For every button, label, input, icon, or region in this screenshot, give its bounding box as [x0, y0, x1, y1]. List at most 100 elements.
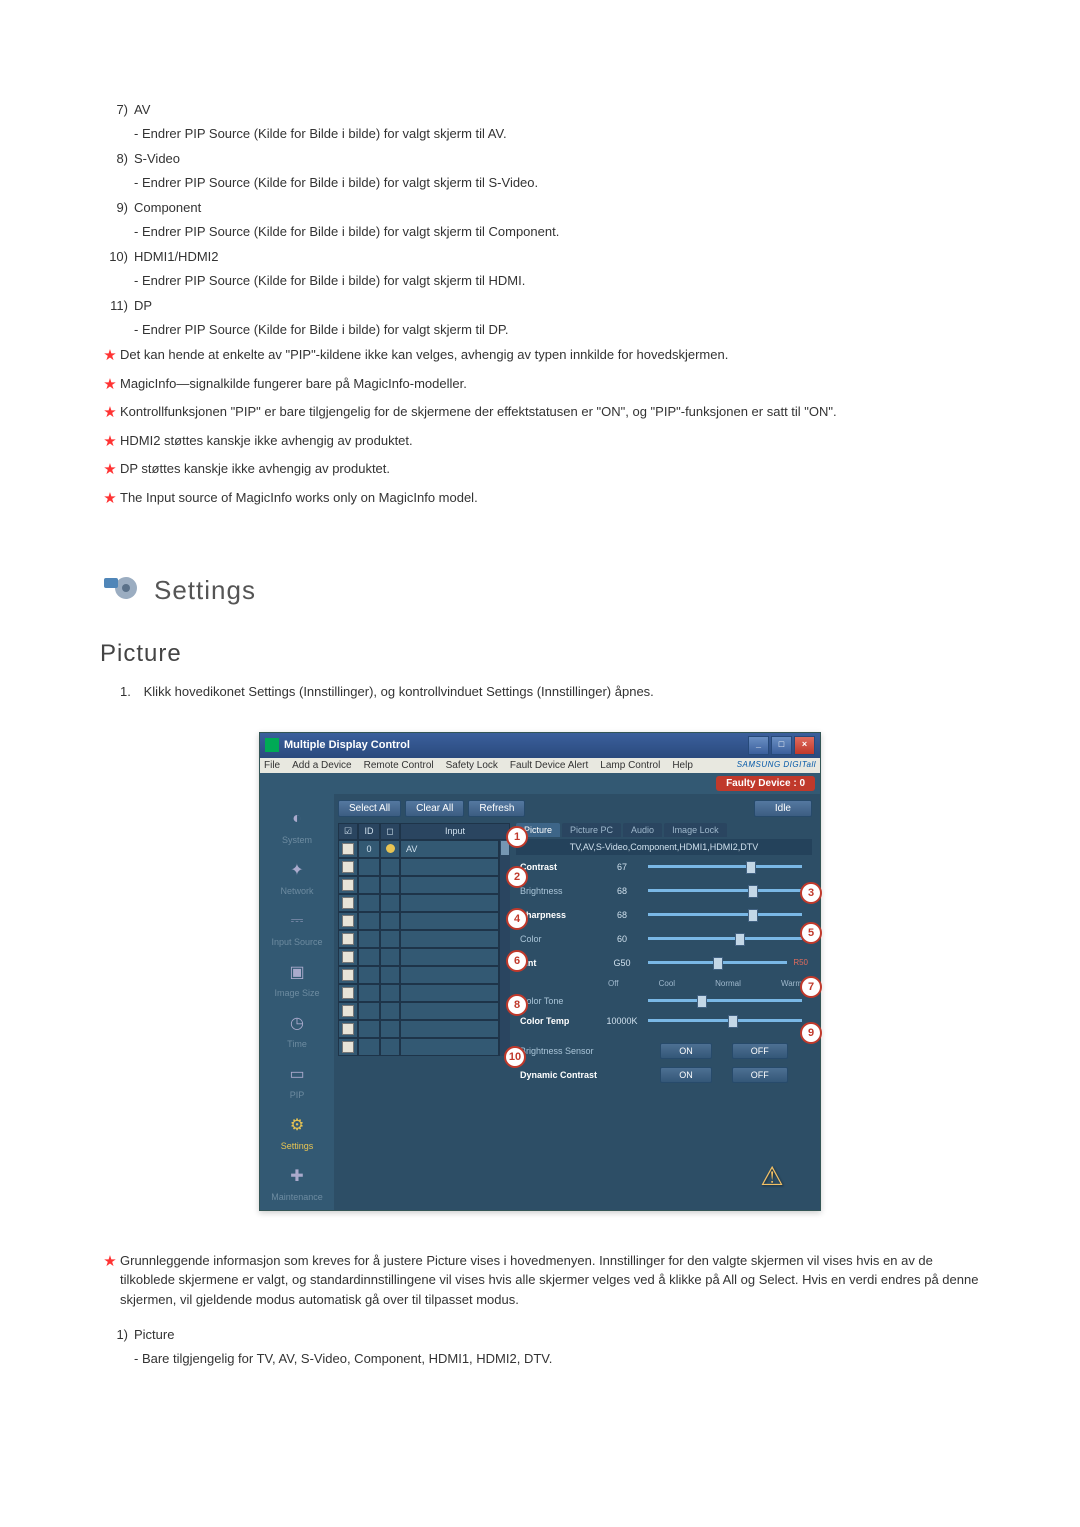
sidebar-item-pip[interactable]: ▭PIP: [260, 1057, 334, 1108]
contrast-slider[interactable]: [648, 865, 802, 868]
note-text: Det kan hende at enkelte av "PIP"-kilden…: [120, 345, 980, 365]
col-header-id[interactable]: ID: [358, 823, 380, 840]
menu-file[interactable]: File: [264, 760, 280, 771]
note-text: The Input source of MagicInfo works only…: [120, 488, 980, 508]
sidebar-item-network[interactable]: ✦Network: [260, 853, 334, 904]
sidebar-item-system[interactable]: ◐System: [260, 802, 334, 853]
item-label: AV: [134, 100, 980, 120]
note-text: Grunnleggende informasjon som kreves for…: [120, 1251, 980, 1310]
marker-6: 6: [506, 950, 528, 972]
menu-lamp-control[interactable]: Lamp Control: [600, 760, 660, 771]
row-checkbox[interactable]: [338, 858, 358, 876]
row-checkbox[interactable]: [338, 840, 358, 858]
marker-1: 1: [506, 826, 528, 848]
star-icon: ★: [100, 459, 120, 482]
col-header-status[interactable]: ◻: [380, 823, 400, 840]
tab-picture-pc[interactable]: Picture PC: [562, 823, 621, 837]
menu-safety-lock[interactable]: Safety Lock: [446, 760, 498, 771]
contrast-label: Contrast: [516, 862, 602, 872]
col-header-input[interactable]: Input: [400, 823, 510, 840]
row-checkbox[interactable]: [338, 1020, 358, 1038]
tint-slider[interactable]: [648, 961, 787, 964]
brightness-sensor-on[interactable]: ON: [660, 1043, 712, 1059]
star-icon: ★: [100, 402, 120, 425]
tab-info-text: TV,AV,S-Video,Component,HDMI1,HDMI2,DTV: [516, 839, 812, 855]
sidebar-item-input-source[interactable]: ⎓Input Source: [260, 904, 334, 955]
color-temp-label: Color Temp: [516, 1016, 602, 1026]
refresh-button[interactable]: Refresh: [468, 800, 525, 817]
brightness-sensor-off[interactable]: OFF: [732, 1043, 788, 1059]
menu-add-device[interactable]: Add a Device: [292, 760, 351, 771]
row-checkbox[interactable]: [338, 894, 358, 912]
tab-image-lock[interactable]: Image Lock: [664, 823, 727, 837]
app-window: Multiple Display Control _ □ × File Add …: [259, 732, 821, 1211]
color-temp-slider[interactable]: [648, 1019, 802, 1022]
definition-list: 7)AV - Endrer PIP Source (Kilde for Bild…: [100, 100, 980, 339]
row-id: 0: [358, 840, 380, 858]
globe-icon: ◐: [280, 805, 314, 833]
row-checkbox[interactable]: [338, 912, 358, 930]
sidebar-item-maintenance[interactable]: ✚Maintenance: [260, 1159, 334, 1210]
pip-icon: ▭: [280, 1060, 314, 1088]
sidebar-item-image-size[interactable]: ▣Image Size: [260, 955, 334, 1006]
color-tone-label: Color Tone: [516, 996, 602, 1006]
app-icon: [265, 738, 279, 752]
item-desc: - Bare tilgjengelig for TV, AV, S-Video,…: [134, 1349, 980, 1369]
titlebar[interactable]: Multiple Display Control _ □ ×: [260, 733, 820, 758]
sharpness-value: 68: [602, 910, 642, 920]
dynamic-contrast-off[interactable]: OFF: [732, 1067, 788, 1083]
close-button[interactable]: ×: [794, 736, 815, 755]
settings-heading: Settings: [100, 570, 980, 610]
marker-10: 10: [504, 1046, 526, 1068]
row-checkbox[interactable]: [338, 930, 358, 948]
brand-logo: SAMSUNG DIGITall: [737, 760, 816, 771]
maximize-button[interactable]: □: [771, 736, 792, 755]
item-number: 11): [100, 296, 134, 316]
row-checkbox[interactable]: [338, 966, 358, 984]
color-tone-options: Off Cool Normal Warm: [608, 979, 802, 988]
note-text: Kontrollfunksjonen "PIP" er bare tilgjen…: [120, 402, 980, 422]
contrast-value: 67: [602, 862, 642, 872]
sidebar-item-time[interactable]: ◷Time: [260, 1006, 334, 1057]
dynamic-contrast-label: Dynamic Contrast: [516, 1070, 640, 1080]
clear-all-button[interactable]: Clear All: [405, 800, 464, 817]
brightness-sensor-label: Brightness Sensor: [516, 1046, 640, 1056]
brightness-slider[interactable]: [648, 889, 802, 892]
dynamic-contrast-on[interactable]: ON: [660, 1067, 712, 1083]
select-all-button[interactable]: Select All: [338, 800, 401, 817]
item-label: DP: [134, 296, 980, 316]
note-text: DP støttes kanskje ikke avhengig av prod…: [120, 459, 980, 479]
tint-right-label: R50: [793, 958, 808, 967]
row-checkbox[interactable]: [338, 984, 358, 1002]
menu-help[interactable]: Help: [672, 760, 693, 771]
row-checkbox[interactable]: [338, 948, 358, 966]
sharpness-slider[interactable]: [648, 913, 802, 916]
color-slider[interactable]: [648, 937, 802, 940]
row-checkbox[interactable]: [338, 1002, 358, 1020]
color-label: Color: [516, 934, 602, 944]
menu-remote-control[interactable]: Remote Control: [364, 760, 434, 771]
star-notes: ★ Det kan hende at enkelte av "PIP"-kilde…: [100, 345, 980, 510]
network-icon: ✦: [280, 856, 314, 884]
marker-2: 2: [506, 866, 528, 888]
row-checkbox[interactable]: [338, 876, 358, 894]
color-tone-slider[interactable]: [648, 999, 802, 1002]
marker-5: 5: [800, 922, 822, 944]
marker-8: 8: [506, 994, 528, 1016]
item-desc: - Endrer PIP Source (Kilde for Bilde i b…: [134, 320, 980, 340]
item-desc: - Endrer PIP Source (Kilde for Bilde i b…: [134, 271, 980, 291]
marker-7: 7: [800, 976, 822, 998]
picture-title: Picture: [100, 640, 980, 668]
marker-9: 9: [800, 1022, 822, 1044]
sidebar-item-settings[interactable]: ⚙Settings: [260, 1108, 334, 1159]
star-icon: ★: [100, 431, 120, 454]
minimize-button[interactable]: _: [748, 736, 769, 755]
cable-icon: ⎓: [280, 907, 314, 935]
menu-fault-alert[interactable]: Fault Device Alert: [510, 760, 588, 771]
idle-badge: Idle: [754, 800, 812, 817]
settings-title: Settings: [154, 575, 256, 606]
row-checkbox[interactable]: [338, 1038, 358, 1056]
col-header-check[interactable]: ☑: [338, 823, 358, 840]
tab-audio[interactable]: Audio: [623, 823, 662, 837]
row-status-icon: [380, 840, 400, 858]
